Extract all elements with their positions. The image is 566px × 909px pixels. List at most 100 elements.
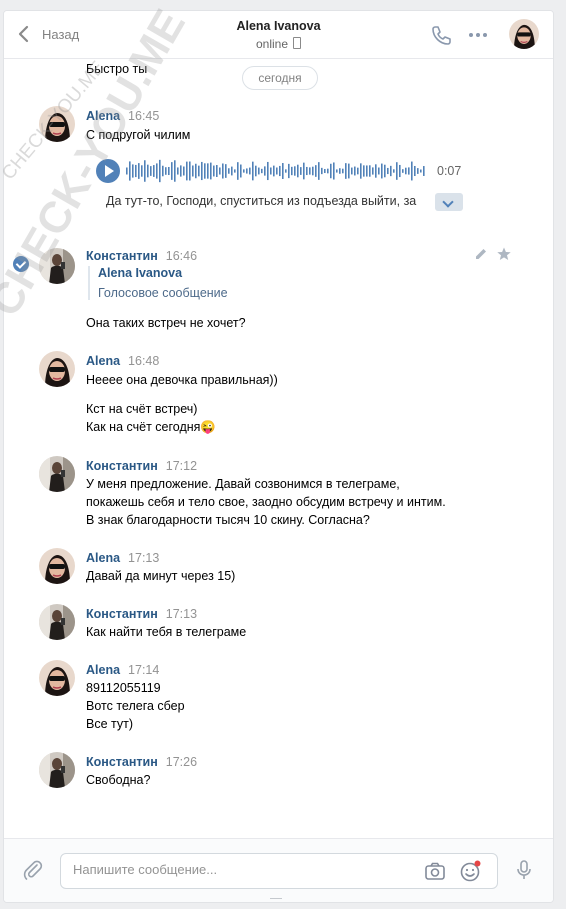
- star-icon[interactable]: [496, 246, 512, 262]
- alena-avatar-image: [39, 351, 75, 387]
- forwarded-author[interactable]: Alena Ivanova: [98, 266, 228, 280]
- avatar[interactable]: [39, 106, 75, 142]
- author-name[interactable]: Alena 16:45: [86, 109, 159, 123]
- waveform-bar: [300, 167, 302, 175]
- avatar[interactable]: [39, 752, 75, 788]
- waveform-bar: [294, 166, 296, 176]
- message-input-box[interactable]: [60, 853, 498, 889]
- waveform-bar: [360, 163, 362, 179]
- waveform-bar: [387, 167, 389, 175]
- header-avatar[interactable]: [509, 19, 539, 49]
- forwarded-type: Голосовое сообщение: [98, 286, 228, 300]
- waveform-bar: [327, 168, 329, 174]
- waveform-bar: [288, 163, 290, 179]
- waveform-bar: [141, 165, 143, 177]
- waveform-bar: [180, 165, 182, 177]
- message-time: 17:13: [128, 551, 160, 565]
- konstantin-avatar-image: [39, 248, 75, 284]
- resize-handle[interactable]: [270, 898, 282, 902]
- selected-check-icon[interactable]: [13, 256, 29, 272]
- author-name[interactable]: Alena 16:48: [86, 354, 159, 368]
- waveform-bar: [192, 165, 194, 177]
- phone-call-icon[interactable]: [430, 24, 452, 46]
- waveform-bar: [420, 169, 422, 173]
- waveform-bar: [159, 159, 161, 183]
- author-name[interactable]: Alena 17:13: [86, 551, 159, 565]
- waveform-bar: [312, 166, 314, 176]
- waveform-bar: [270, 167, 272, 175]
- waveform-bar: [285, 169, 287, 173]
- camera-icon[interactable]: [424, 860, 446, 882]
- author-name[interactable]: Константин 16:46: [86, 249, 197, 263]
- waveform-bar: [204, 163, 206, 179]
- waveform-bar: [291, 166, 293, 176]
- message-text: Вотс телега сбер: [86, 699, 185, 713]
- konstantin-avatar-image: [39, 752, 75, 788]
- avatar[interactable]: [39, 456, 75, 492]
- voice-waveform[interactable]: [126, 157, 426, 185]
- forwarded-message[interactable]: Alena Ivanova Голосовое сообщение: [88, 266, 228, 300]
- message-text: Кст на счёт встреч): [86, 402, 198, 416]
- waveform-bar: [255, 165, 257, 177]
- avatar[interactable]: [39, 548, 75, 584]
- waveform-bar: [252, 161, 254, 181]
- waveform-bar: [390, 165, 392, 177]
- waveform-bar: [297, 164, 299, 178]
- message-text: 89112055119: [86, 681, 161, 695]
- waveform-bar: [243, 169, 245, 173]
- message-time: 17:14: [128, 663, 160, 677]
- waveform-bar: [336, 169, 338, 173]
- waveform-bar: [279, 165, 281, 177]
- waveform-bar: [144, 160, 146, 182]
- message-text: покажешь себя и тело свое, заодно обсуди…: [86, 495, 446, 509]
- message-text: Давай да минут через 15): [86, 569, 236, 583]
- message-composer: [4, 838, 553, 902]
- author-name[interactable]: Константин 17:12: [86, 459, 197, 473]
- expand-transcript-button[interactable]: [435, 193, 463, 211]
- author-name[interactable]: Константин 17:13: [86, 607, 197, 621]
- waveform-bar: [222, 163, 224, 179]
- waveform-bar: [411, 161, 413, 181]
- waveform-bar: [201, 161, 203, 181]
- message-history[interactable]: сегодня Быстро ты Alena 16:45 С подругой …: [4, 58, 553, 838]
- emoji-icon[interactable]: [458, 859, 482, 883]
- waveform-bar: [372, 167, 374, 175]
- edit-icon[interactable]: [473, 246, 489, 262]
- more-icon[interactable]: [467, 24, 489, 46]
- message-text: Быстро ты: [86, 62, 148, 76]
- waveform-bar: [198, 165, 200, 177]
- avatar[interactable]: [39, 604, 75, 640]
- waveform-bar: [186, 161, 188, 181]
- waveform-bar: [408, 167, 410, 175]
- waveform-bar: [189, 161, 191, 181]
- avatar[interactable]: [39, 660, 75, 696]
- paperclip-icon[interactable]: [22, 859, 44, 881]
- waveform-bar: [393, 169, 395, 173]
- waveform-bar: [351, 167, 353, 175]
- chat-header: Назад Alena Ivanova online: [4, 11, 553, 59]
- message-text: Как на счёт сегодня😜: [86, 420, 216, 434]
- alena-avatar-image: [39, 106, 75, 142]
- microphone-icon[interactable]: [513, 859, 535, 881]
- author-name[interactable]: Alena 17:14: [86, 663, 159, 677]
- waveform-bar: [264, 166, 266, 176]
- chat-window: Назад Alena Ivanova online сегодня Быстр…: [3, 10, 554, 903]
- waveform-bar: [234, 169, 236, 173]
- waveform-bar: [147, 164, 149, 178]
- waveform-bar: [276, 167, 278, 175]
- play-button[interactable]: [96, 159, 120, 183]
- waveform-bar: [126, 167, 128, 175]
- author-name[interactable]: Константин 17:26: [86, 755, 197, 769]
- avatar[interactable]: [39, 351, 75, 387]
- waveform-bar: [303, 162, 305, 180]
- message-text: Все тут): [86, 717, 134, 731]
- waveform-bar: [249, 167, 251, 175]
- waveform-bar: [378, 167, 380, 175]
- voice-duration: 0:07: [437, 164, 462, 178]
- message-input[interactable]: [73, 862, 413, 877]
- waveform-bar: [402, 169, 404, 173]
- message-time: 16:45: [128, 109, 160, 123]
- alena-avatar-image: [509, 19, 539, 49]
- waveform-bar: [348, 163, 350, 179]
- avatar[interactable]: [39, 248, 75, 284]
